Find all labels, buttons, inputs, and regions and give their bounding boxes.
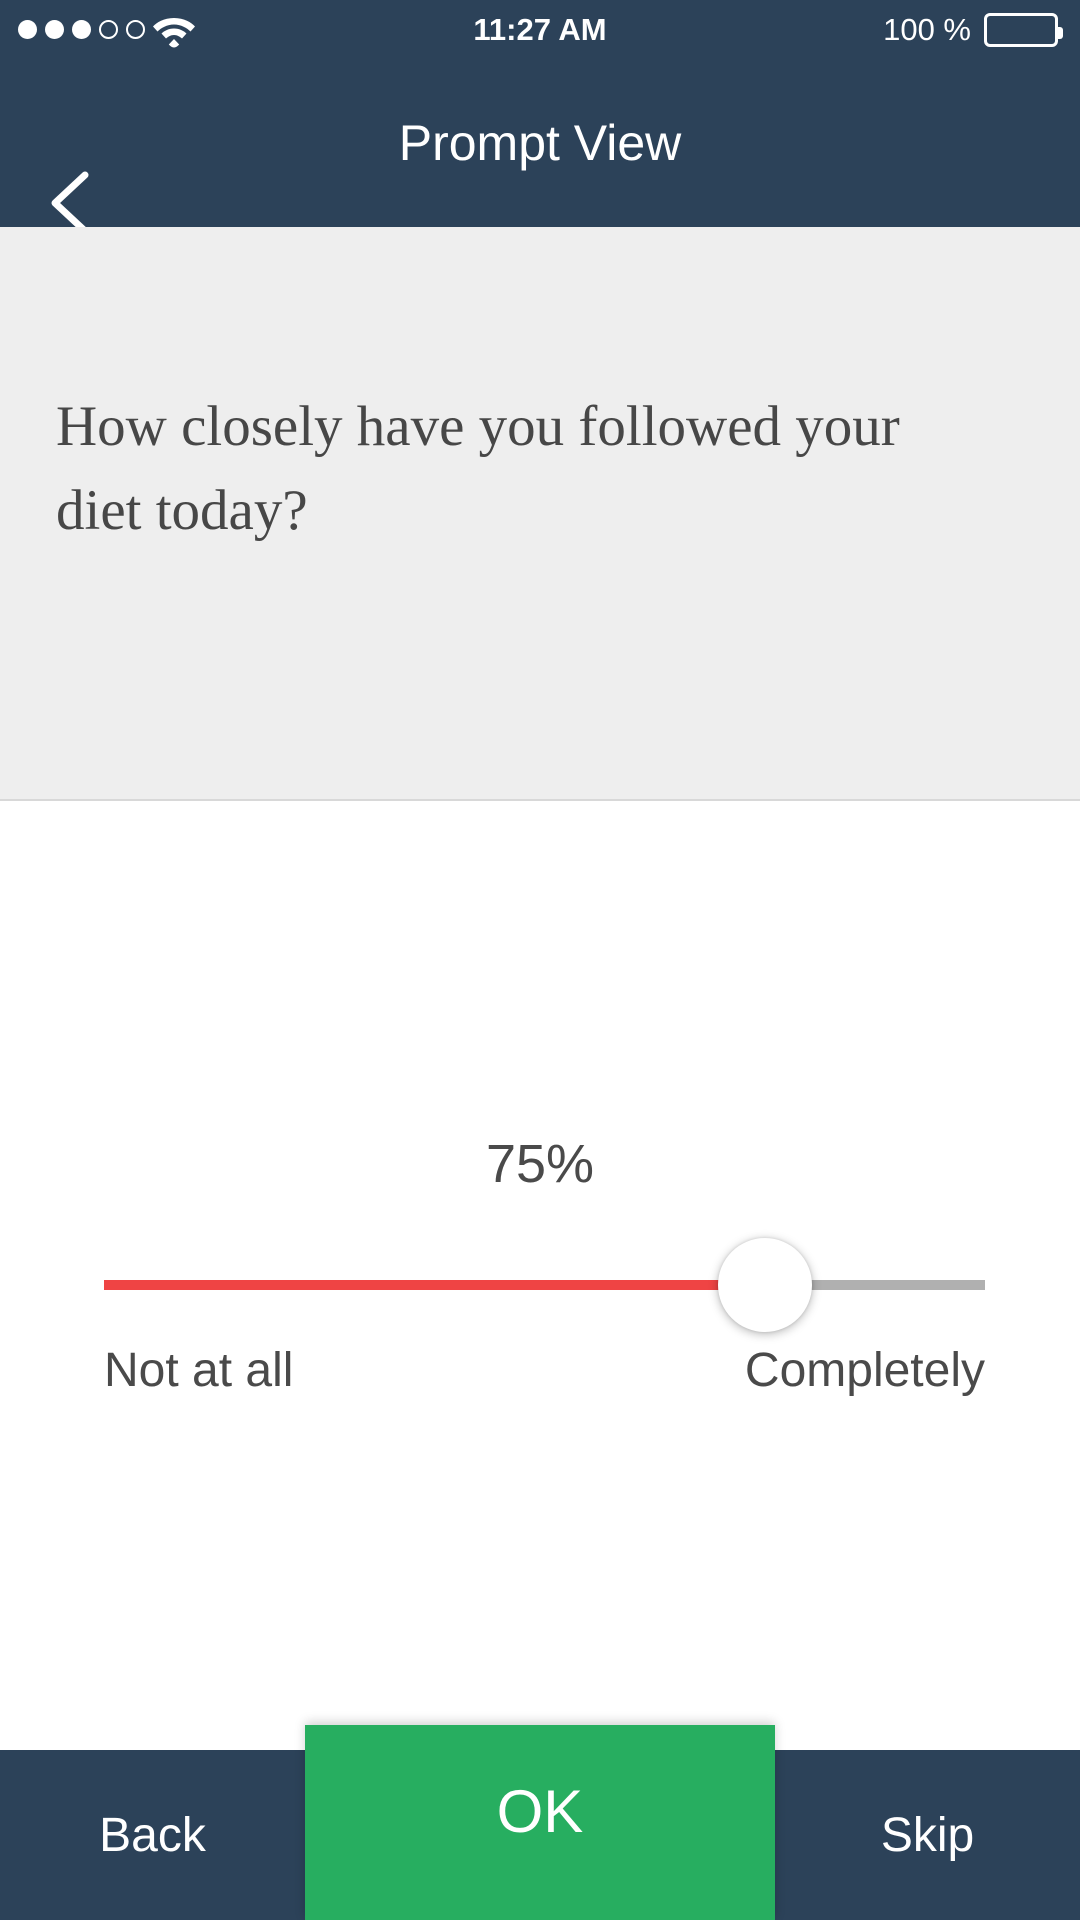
slider-min-label: Not at all	[104, 1344, 294, 1397]
slider-thumb[interactable]	[717, 1238, 812, 1332]
battery-full-icon	[984, 13, 1063, 47]
slider-max-label: Completely	[744, 1344, 985, 1397]
ok-button[interactable]: OK	[305, 1725, 775, 1920]
battery-indicator: 100 %	[883, 0, 1063, 60]
phone-screen: 11:27 AM 100 % Prompt View How closely h…	[0, 0, 1080, 1920]
page-title: Prompt View	[398, 115, 682, 171]
slider-value-label: 75%	[485, 1134, 595, 1194]
skip-button[interactable]: Skip	[775, 1750, 1080, 1920]
back-nav-button[interactable]: Back	[0, 1750, 305, 1920]
battery-percentage-label: 100 %	[883, 12, 971, 47]
navigation-bar: Prompt View	[0, 60, 1080, 234]
slider-control[interactable]	[104, 1238, 985, 1332]
status-bar: 11:27 AM 100 %	[0, 0, 1080, 60]
question-prompt-text: How closely have you followed your diet …	[56, 395, 900, 542]
slider-track-filled	[104, 1280, 765, 1290]
question-card: How closely have you followed your diet …	[0, 227, 1080, 801]
battery-cap	[1058, 27, 1063, 39]
slider-region: 75% Not at all Completely	[0, 803, 1080, 1725]
